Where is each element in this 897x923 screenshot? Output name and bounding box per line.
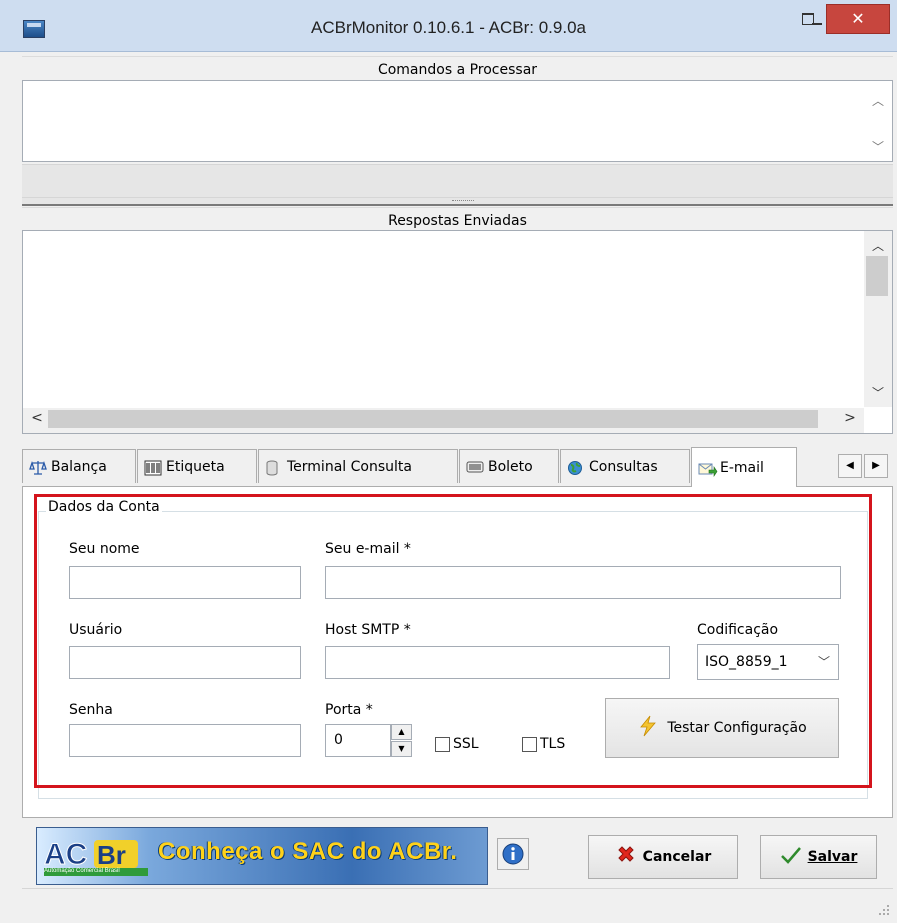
tab-scroll-right-button[interactable]: ▶ [864,454,888,478]
name-label: Seu nome [69,541,140,557]
save-button[interactable]: Salvar [760,835,877,879]
tab-email[interactable]: E-mail [691,447,797,487]
tab-balanca[interactable]: Balança [22,449,136,483]
tls-label: TLS [540,736,566,752]
scroll-up-icon[interactable]: ︿ [868,92,888,109]
responses-vertical-scroll-thumb[interactable] [866,256,888,296]
cancel-button[interactable]: Cancelar [588,835,738,879]
barcode-icon [144,460,162,475]
info-icon [502,843,524,865]
password-field[interactable] [69,724,301,757]
user-label: Usuário [69,622,123,638]
tls-checkbox[interactable] [522,737,537,752]
save-label: Salvar [807,849,858,865]
scroll-right-icon[interactable]: > [840,410,860,426]
svg-text:AC: AC [44,838,87,871]
host-label: Host SMTP * [325,622,411,638]
port-label: Porta * [325,702,373,718]
scroll-down-icon[interactable]: ﹀ [868,384,888,401]
acbr-logo-subtext: Automação Comercial Brasil [44,868,120,874]
tab-terminal-consulta[interactable]: Terminal Consulta [258,449,458,483]
commands-panel-header: Comandos a Processar [22,56,893,82]
encoding-select-value: ISO_8859_1 [705,654,788,670]
cancel-icon [615,844,637,870]
test-configuration-button[interactable]: Testar Configuração [605,698,839,758]
stepper-down-button[interactable]: ▼ [391,741,412,757]
scroll-left-icon[interactable]: < [27,410,47,426]
encoding-select[interactable]: ISO_8859_1 ﹀ [697,644,839,680]
tab-label: Balança [51,458,107,475]
tab-boleto[interactable]: Boleto [459,449,559,483]
commands-memo[interactable] [22,80,893,162]
encoding-label: Codificação [697,622,779,638]
acbr-logo-text: ACBr [52,836,53,837]
host-field[interactable] [325,646,670,679]
scale-icon [29,460,47,475]
stepper-up-button[interactable]: ▲ [391,724,412,740]
tab-label: Consultas [589,458,658,475]
maximize-button[interactable] [795,9,819,29]
tab-consultas[interactable]: Consultas [560,449,690,483]
password-label: Senha [69,702,113,718]
groupbox-title: Dados da Conta [46,499,162,515]
port-field[interactable]: 0 [325,724,391,757]
user-field[interactable] [69,646,301,679]
ssl-label: SSL [453,736,479,752]
close-button[interactable]: ✕ [826,4,890,34]
name-field[interactable] [69,566,301,599]
tab-etiqueta[interactable]: Etiqueta [137,449,257,483]
database-icon [265,460,281,476]
tab-scroll-buttons: ◀ ▶ [838,454,890,478]
lightning-icon [637,715,659,741]
tab-label: Boleto [488,458,533,475]
scroll-down-icon[interactable]: ﹀ [868,138,888,155]
info-button[interactable] [497,838,529,870]
scroll-up-icon[interactable]: ︿ [868,237,888,254]
resize-grip-icon[interactable] [878,904,890,916]
port-stepper[interactable]: ▲ ▼ [391,724,412,757]
barcode-card-icon [466,460,484,474]
window-title: ACBrMonitor 0.10.6.1 - ACBr: 0.9.0a [311,18,586,37]
email-icon [698,461,718,477]
cancel-label: Cancelar [642,849,712,865]
tab-label: Etiqueta [166,458,225,475]
email-label: Seu e-mail * [325,541,411,557]
email-field[interactable] [325,566,841,599]
status-bar [22,888,893,919]
panel-splitter[interactable] [22,198,893,206]
responses-memo[interactable] [22,230,893,434]
responses-horizontal-scroll-thumb[interactable] [48,410,818,428]
commands-status-area [22,164,893,198]
svg-text:Br: Br [97,840,126,870]
tab-scroll-left-button[interactable]: ◀ [838,454,862,478]
tab-label: Terminal Consulta [287,458,412,475]
chevron-down-icon: ﹀ [817,655,830,669]
checkmark-icon [780,845,802,869]
globe-icon [567,460,583,475]
sac-banner-text: Conheça o SAC do ACBr. [158,838,458,865]
test-configuration-label: Testar Configuração [667,720,807,736]
ssl-checkbox[interactable] [435,737,450,752]
tab-label: E-mail [720,459,764,476]
